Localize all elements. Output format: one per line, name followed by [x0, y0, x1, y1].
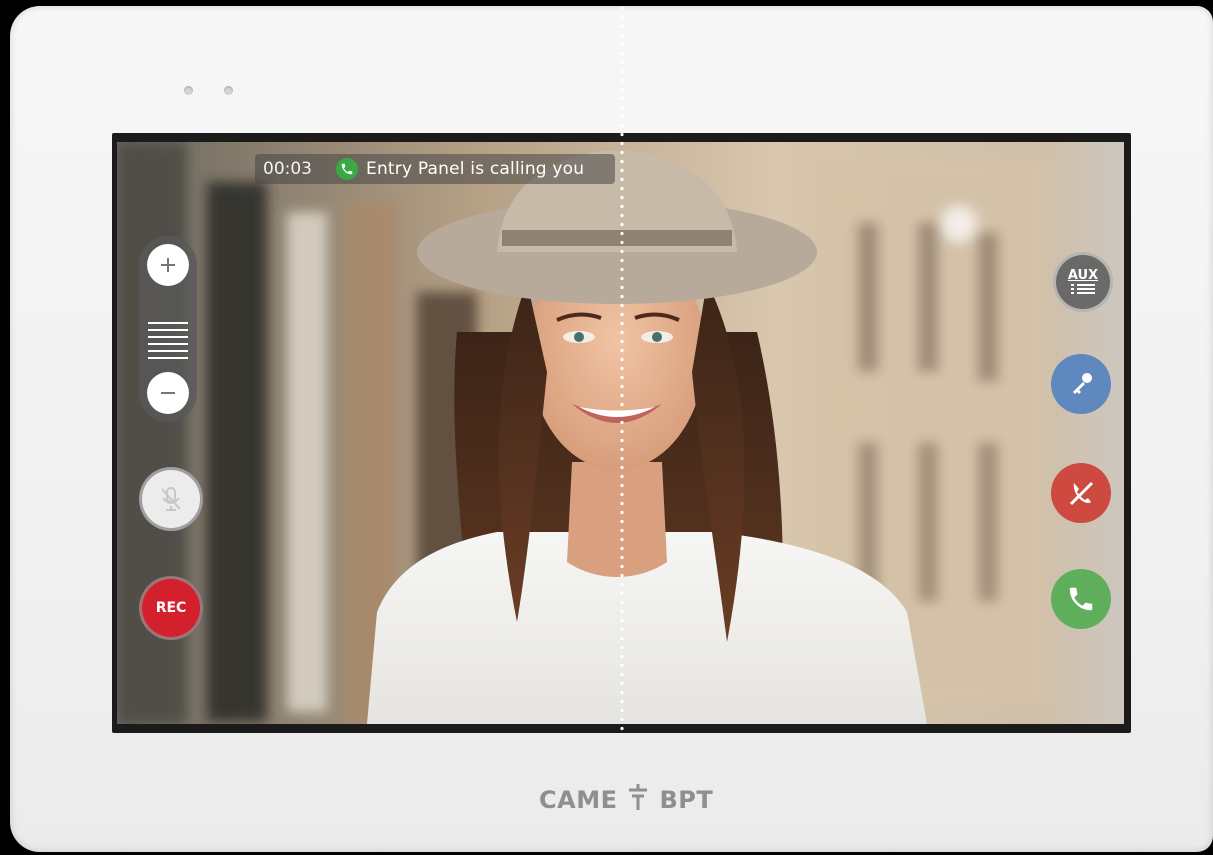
sensor-dot: [184, 86, 193, 95]
volume-down-button[interactable]: [147, 372, 189, 414]
reject-call-button[interactable]: [1051, 463, 1111, 523]
microphone-muted-icon: [161, 487, 181, 511]
aux-label: AUX: [1067, 268, 1099, 283]
record-button[interactable]: REC: [139, 576, 203, 640]
brand-mark-icon: [627, 784, 649, 816]
brand-name-left: CAME: [539, 786, 618, 814]
phone-icon: [336, 158, 358, 180]
comparison-divider-line: [620, 4, 624, 732]
door-open-button[interactable]: [1051, 354, 1111, 414]
answer-call-button[interactable]: [1051, 569, 1111, 629]
call-status-message: Entry Panel is calling you: [366, 159, 585, 179]
aux-button[interactable]: AUX: [1053, 252, 1113, 312]
brand-logo: CAME BPT: [539, 784, 714, 816]
volume-control[interactable]: [139, 236, 197, 422]
key-icon: [1073, 373, 1092, 394]
minus-icon: [161, 392, 175, 394]
microphone-mute-button[interactable]: [139, 467, 203, 531]
hang-up-icon: [1069, 481, 1094, 506]
list-icon: [1071, 284, 1095, 294]
plus-icon: [161, 258, 175, 272]
call-timer: 00:03: [263, 159, 312, 179]
call-status-bar: 00:03 Entry Panel is calling you: [255, 154, 615, 184]
sensor-dot: [224, 86, 233, 95]
volume-up-button[interactable]: [147, 244, 189, 286]
phone-answer-icon: [1069, 587, 1093, 611]
record-label: REC: [155, 600, 187, 616]
right-control-panel: [1034, 142, 1124, 724]
volume-level-indicator: [148, 322, 188, 364]
brand-name-right: BPT: [659, 786, 714, 814]
